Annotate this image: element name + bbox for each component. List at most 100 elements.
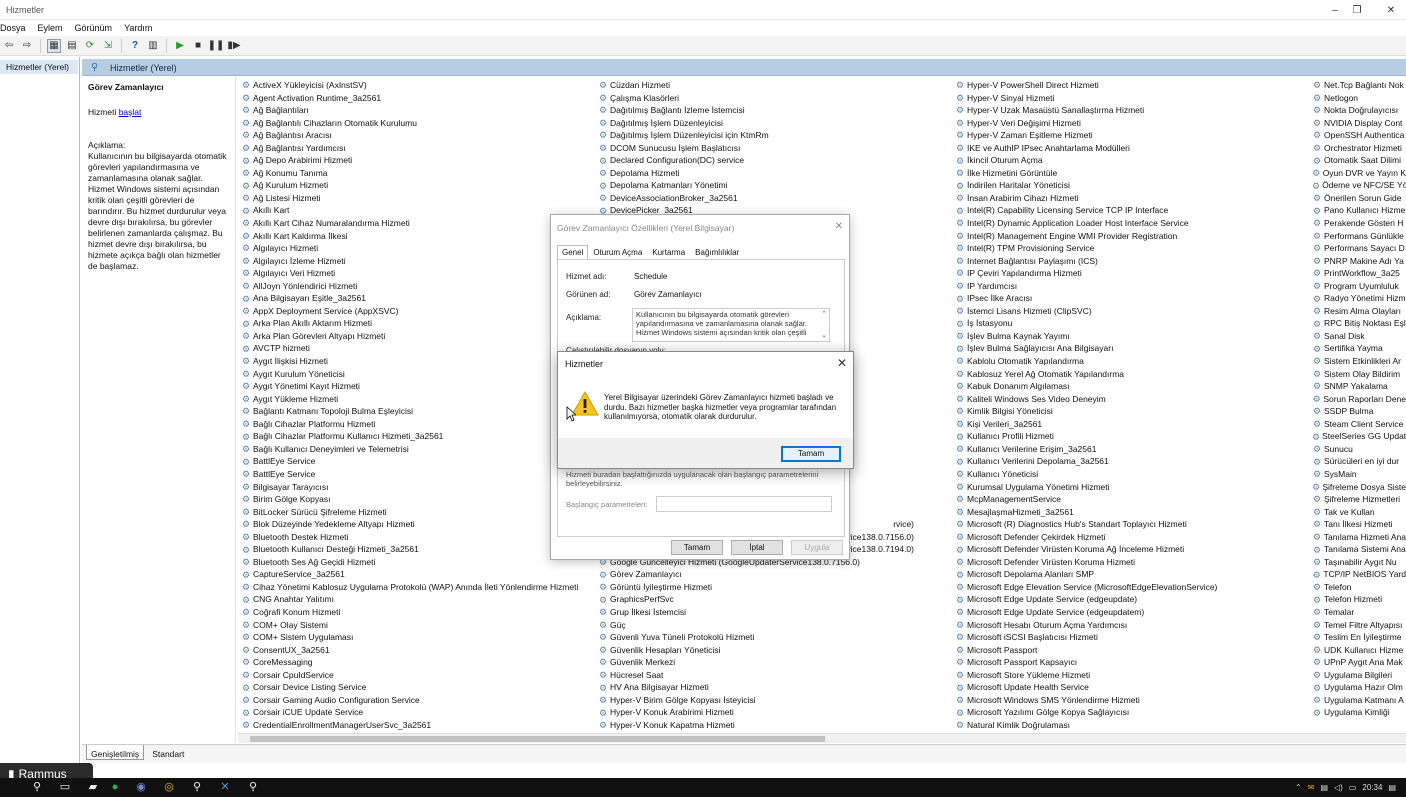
apply-button[interactable]: Uygula [791, 540, 843, 555]
service-row[interactable]: ⚙ Arka Plan Akıllı Aktarım Hizmeti [241, 317, 597, 330]
service-row[interactable]: ⚙ Kaliteli Windows Ses Video Deneyim [955, 393, 1311, 406]
service-row[interactable]: ⚙ Depolama Katmanları Yönetimi [598, 179, 954, 192]
menu-dosya[interactable]: Dosya [0, 23, 32, 33]
service-row[interactable]: ⚙ Corsair iCUE Update Service [241, 706, 597, 719]
service-row[interactable]: ⚙ Microsoft Defender Virüsten Koruma Ağ İ… [955, 543, 1311, 556]
description-field[interactable]: Kullanıcının bu bilgisayarda otomatik gö… [632, 308, 830, 342]
service-row[interactable]: ⚙ Ana Bilgisayarı Eşitle_3a2561 [241, 292, 597, 305]
service-row[interactable]: ⚙ Hyper-V Sinyal Hizmeti [955, 92, 1311, 105]
task-view-icon[interactable]: ▭ [58, 781, 72, 794]
service-row[interactable]: ⚙ IP Yardımcısı [955, 280, 1311, 293]
service-row[interactable]: ⚙ Aygıt Yönetimi Kayıt Hizmeti [241, 380, 597, 393]
pause-service-icon[interactable]: ❚❚ [208, 39, 225, 53]
service-row[interactable]: ⚙ Ağ Kurulum Hizmeti [241, 179, 597, 192]
service-row[interactable]: ⚙ Ödeme ve NFC/SE Yö [1312, 179, 1406, 192]
service-row[interactable]: ⚙ Intel(R) Dynamic Application Loader Hos… [955, 217, 1311, 230]
app-icon[interactable]: ✕ [218, 781, 232, 794]
service-row[interactable]: ⚙ Kullanıcı Verilerini Depolama_3a2561 [955, 455, 1311, 468]
cancel-button[interactable]: İptal [731, 540, 783, 555]
service-row[interactable]: ⚙ Kabuk Donanım Algılaması [955, 380, 1311, 393]
service-row[interactable]: ⚙ UDK Kullanıcı Hizme [1312, 644, 1406, 657]
service-row[interactable]: ⚙ CNG Anahtar Yalıtımı [241, 593, 597, 606]
service-row[interactable]: ⚙ İnsan Arabirim Cihazı Hizmeti [955, 192, 1311, 205]
service-row[interactable]: ⚙ Microsoft Defender Çekirdek Hizmeti [955, 531, 1311, 544]
service-row[interactable]: ⚙ Uygulama Kimliği [1312, 706, 1406, 719]
service-row[interactable]: ⚙ Declared Configuration(DC) service [598, 154, 954, 167]
service-row[interactable]: ⚙ CredentialEnrollmentManagerUserSvc_3a25… [241, 719, 597, 731]
service-row[interactable]: ⚙ Microsoft Edge Update Service (edgeupda… [955, 593, 1311, 606]
discord-icon[interactable]: ◉ [134, 781, 148, 794]
service-row[interactable]: ⚙ İşlev Bulma Sağlayıcısı Ana Bilgisayarı [955, 342, 1311, 355]
service-row[interactable]: ⚙ Pano Kullanıcı Hizme [1312, 204, 1406, 217]
service-row[interactable]: ⚙ Ağ Bağlantılı Cihazların Otomatik Kurul… [241, 117, 597, 130]
service-row[interactable]: ⚙ Tanılama Sistemi Ana [1312, 543, 1406, 556]
service-row[interactable]: ⚙ Ağ Listesi Hizmeti [241, 192, 597, 205]
service-row[interactable]: ⚙ Tak ve Kullan [1312, 506, 1406, 519]
service-row[interactable]: ⚙ ActiveX Yükleyicisi (AxInstSV) [241, 79, 597, 92]
service-row[interactable]: ⚙ AllJoyn Yönlendirici Hizmeti [241, 280, 597, 293]
magnifier-app-icon[interactable]: ⚲ [190, 781, 204, 794]
service-row[interactable]: ⚙ Internet Bağlantısı Paylaşımı (ICS) [955, 255, 1311, 268]
service-row[interactable]: ⚙ Temalar [1312, 606, 1406, 619]
service-row[interactable]: ⚙ Algılayıcı İzleme Hizmeti [241, 255, 597, 268]
service-row[interactable]: ⚙ Hyper-V Birim Gölge Kopyası İsteyicisi [598, 694, 954, 707]
service-row[interactable]: ⚙ Akıllı Kart [241, 204, 597, 217]
service-row[interactable]: ⚙ AVCTP hizmeti [241, 342, 597, 355]
service-row[interactable]: ⚙ Kişi Verileri_3a2561 [955, 418, 1311, 431]
ok-button[interactable]: Tamam [671, 540, 723, 555]
service-row[interactable]: ⚙ Kurumsal Uygulama Yönetimi Hizmeti [955, 481, 1311, 494]
service-row[interactable]: ⚙ Kimlik Bilgisi Yöneticisi [955, 405, 1311, 418]
service-row[interactable]: ⚙ Depolama Hizmeti [598, 167, 954, 180]
service-row[interactable]: ⚙ Hyper-V Zaman Eşitleme Hizmeti [955, 129, 1311, 142]
scroll-down-icon[interactable]: ⌄ [821, 331, 827, 340]
service-row[interactable]: ⚙ Kullanıcı Yöneticisi [955, 468, 1311, 481]
service-row[interactable]: ⚙ Corsair Device Listing Service [241, 681, 597, 694]
service-row[interactable]: ⚙ Şifreleme Dosya Siste [1312, 481, 1406, 494]
service-row[interactable]: ⚙ DeviceAssociationBroker_3a2561 [598, 192, 954, 205]
service-row[interactable]: ⚙ Microsoft (R) Diagnostics Hub's Standar… [955, 518, 1311, 531]
service-row[interactable]: ⚙ Aygıt İlişkisi Hizmeti [241, 355, 597, 368]
service-row[interactable]: ⚙ Microsoft Yazılımı Gölge Kopya Sağlayıc… [955, 706, 1311, 719]
search-app-icon[interactable]: ⚲ [246, 781, 260, 794]
service-row[interactable]: ⚙ Microsoft Store Yükleme Hizmeti [955, 669, 1311, 682]
service-row[interactable]: ⚙ Kullanıcı Verilerine Erişim_3a2561 [955, 443, 1311, 456]
service-row[interactable]: ⚙ Orchestrator Hizmeti [1312, 142, 1406, 155]
service-row[interactable]: ⚙ Microsoft Update Health Service [955, 681, 1311, 694]
service-row[interactable]: ⚙ IPsec İlke Aracısı [955, 292, 1311, 305]
start-service-icon[interactable]: ▶ [173, 39, 187, 53]
service-row[interactable]: ⚙ Aygıt Yükleme Hizmeti [241, 393, 597, 406]
service-row[interactable]: ⚙ Sertifika Yayma [1312, 342, 1406, 355]
spotify-icon[interactable]: ● [108, 781, 122, 794]
horizontal-scrollbar[interactable] [238, 733, 1406, 743]
service-row[interactable]: ⚙ IP Çeviri Yapılandırma Hizmeti [955, 267, 1311, 280]
service-row[interactable]: ⚙ Microsoft Passport Kapsayıcı [955, 656, 1311, 669]
menu-yardim[interactable]: Yardım [118, 23, 158, 33]
service-row[interactable]: ⚙ AppX Deployment Service (AppXSVC) [241, 305, 597, 318]
service-row[interactable]: ⚙ Kullanıcı Profili Hizmeti [955, 430, 1311, 443]
tab-standard[interactable]: Standart [148, 745, 188, 759]
service-row[interactable]: ⚙ Şifreleme Hizmetleri [1312, 493, 1406, 506]
service-row[interactable]: ⚙ İş İstasyonu [955, 317, 1311, 330]
service-row[interactable]: ⚙ Intel(R) Management Engine WMI Provider… [955, 230, 1311, 243]
refresh-icon[interactable]: ⟳ [83, 39, 97, 53]
service-row[interactable]: ⚙ Steam Client Service [1312, 418, 1406, 431]
service-row[interactable]: ⚙ Net.Tcp Bağlantı Nok [1312, 79, 1406, 92]
service-row[interactable]: ⚙ SteelSeries GG Updat [1312, 430, 1406, 443]
service-row[interactable]: ⚙ Microsoft Edge Elevation Service (Micro… [955, 581, 1311, 594]
message-ok-button[interactable]: Tamam [781, 446, 841, 462]
service-row[interactable]: ⚙ Güvenlik Merkezi [598, 656, 954, 669]
volume-icon[interactable]: ◁) [1334, 783, 1343, 792]
search-icon[interactable]: ⚲ [30, 781, 44, 794]
tab-logon[interactable]: Oturum Açma [588, 245, 647, 260]
service-row[interactable]: ⚙ Kablolu Otomatik Yapılandırma [955, 355, 1311, 368]
service-row[interactable]: ⚙ Görev Zamanlayıcı [598, 568, 954, 581]
service-row[interactable]: ⚙ Önerilen Sorun Gide [1312, 192, 1406, 205]
service-row[interactable]: ⚙ Microsoft Depolama Alanları SMP [955, 568, 1311, 581]
service-row[interactable]: ⚙ CaptureService_3a2561 [241, 568, 597, 581]
service-row[interactable]: ⚙ Hyper-V Veri Değişimi Hizmeti [955, 117, 1311, 130]
service-row[interactable]: ⚙ Perakende Gösteri H [1312, 217, 1406, 230]
service-row[interactable]: ⚙ Akıllı Kart Kaldırma İlkesi [241, 230, 597, 243]
service-row[interactable]: ⚙ NVIDIA Display Cont [1312, 117, 1406, 130]
service-row[interactable]: ⚙ Kablosuz Yerel Ağ Otomatik Yapılandırma [955, 368, 1311, 381]
service-row[interactable]: ⚙ Bluetooth Ses Ağ Geçidi Hizmeti [241, 556, 597, 569]
